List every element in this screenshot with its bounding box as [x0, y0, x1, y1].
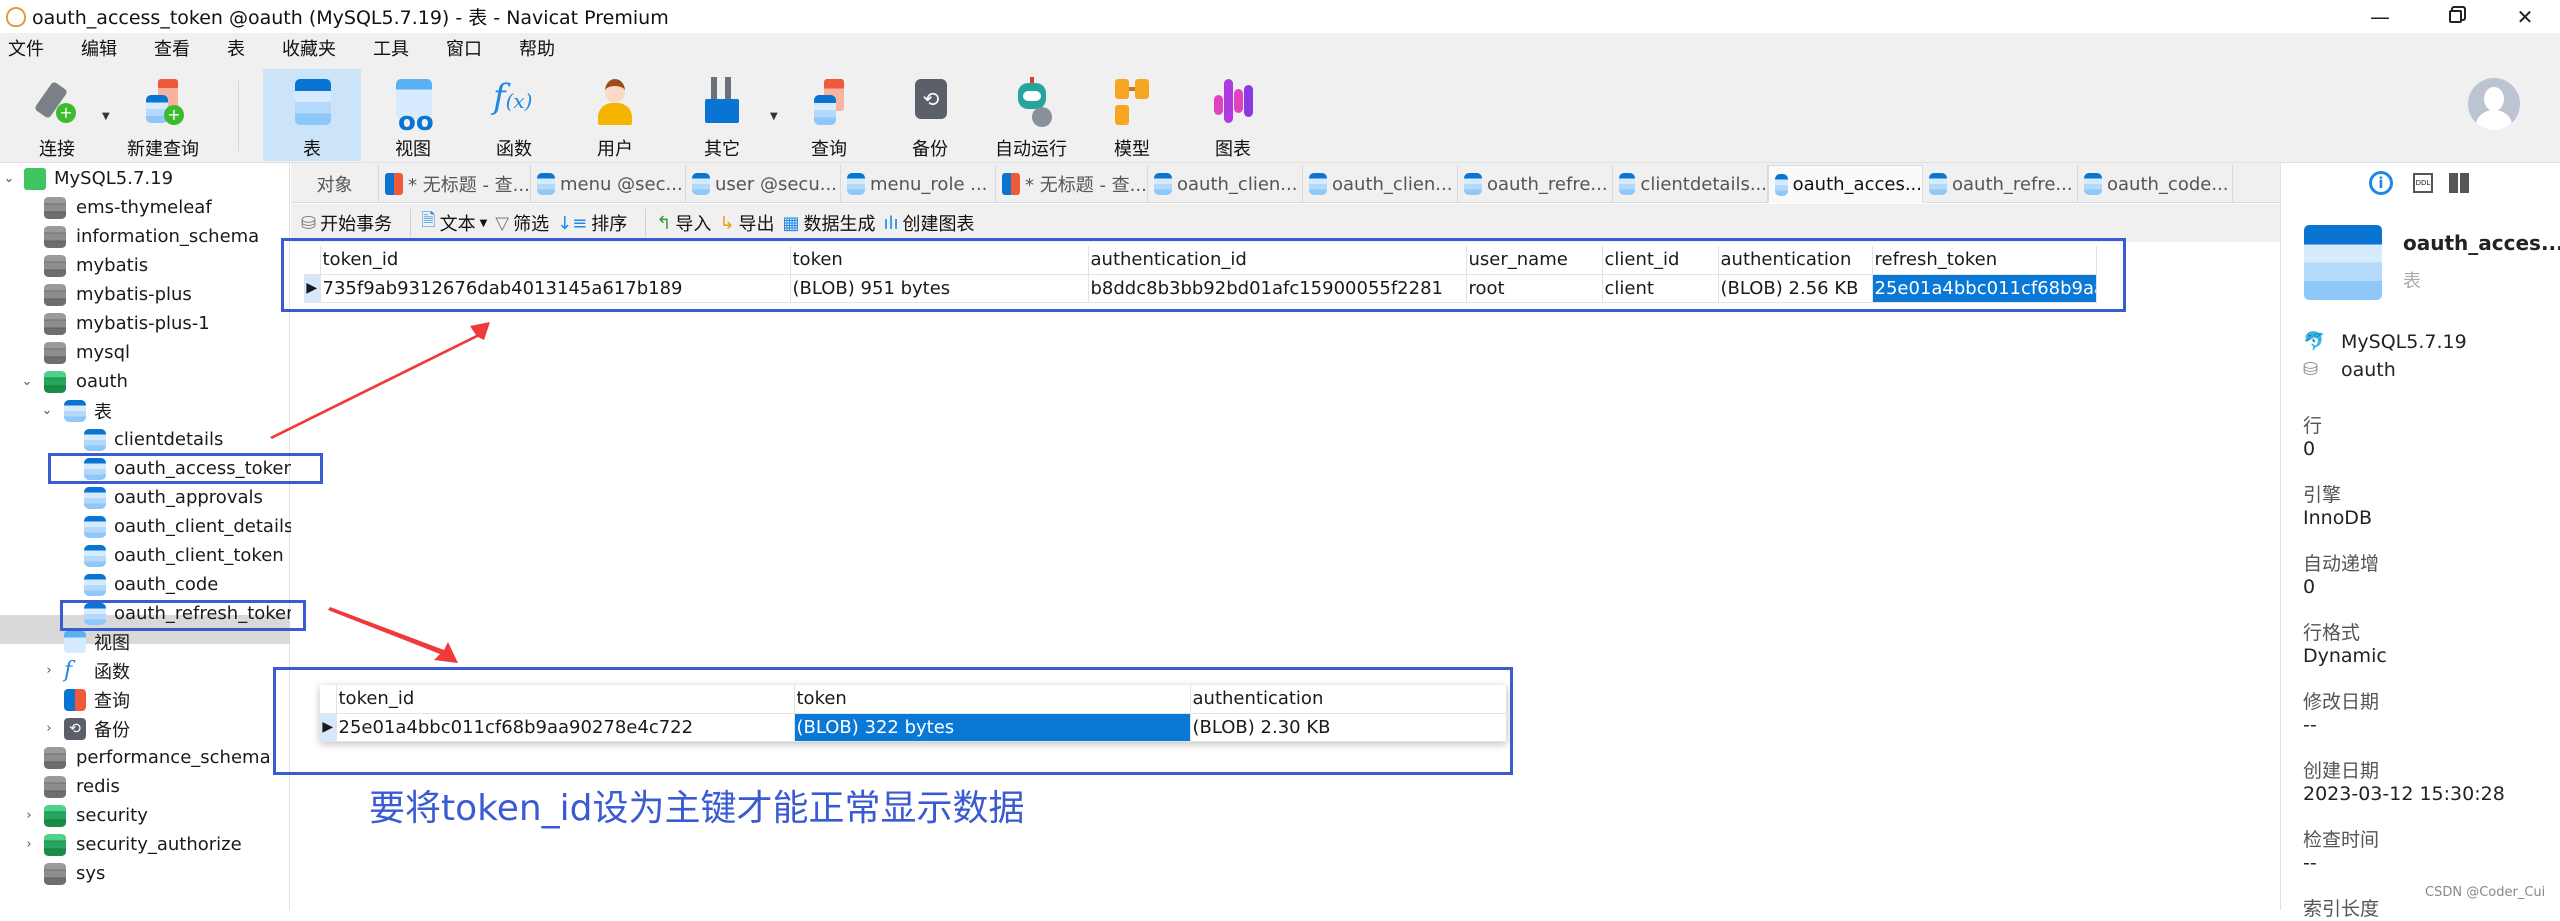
property-value: 0 — [2303, 576, 2316, 598]
watermark: CSDN @Coder_Cui — [2425, 885, 2546, 900]
property-value: InnoDB — [2303, 507, 2372, 529]
property-value: 2023-03-12 15:30:28 — [2303, 783, 2505, 805]
object-info-panel: i DDL oauth_acces... 表 🐬 MySQL5.7.19 ⛁ o… — [2280, 163, 2560, 920]
property-label: 引擎 — [2303, 484, 2342, 506]
database-outline-icon: ⛁ — [2303, 359, 2319, 380]
grid-layout-icon[interactable] — [2449, 173, 2469, 193]
property-value: -- — [2303, 714, 2317, 736]
property-label: 索引长度 — [2303, 898, 2380, 920]
object-connection: MySQL5.7.19 — [2341, 331, 2467, 353]
object-database: oauth — [2341, 359, 2396, 381]
object-type: 表 — [2403, 271, 2421, 292]
arrow-to-bottom-grid — [328, 607, 458, 663]
annotation-arrows — [270, 322, 490, 663]
property-label: 行格式 — [2303, 622, 2361, 644]
property-value: 0 — [2303, 438, 2316, 460]
property-label: 修改日期 — [2303, 691, 2380, 713]
table-large-icon — [2304, 225, 2382, 300]
arrow-to-top-grid — [270, 322, 490, 439]
property-label: 创建日期 — [2303, 760, 2380, 782]
property-label: 行 — [2303, 415, 2323, 437]
property-label: 检查时间 — [2303, 829, 2380, 851]
info-icon[interactable]: i — [2369, 171, 2393, 195]
ddl-icon[interactable]: DDL — [2413, 173, 2433, 193]
property-label: 自动递增 — [2303, 553, 2380, 575]
property-value: -- — [2303, 852, 2317, 874]
property-value: Dynamic — [2303, 645, 2387, 667]
dolphin-icon: 🐬 — [2303, 331, 2326, 352]
object-name: oauth_acces... — [2403, 231, 2560, 255]
